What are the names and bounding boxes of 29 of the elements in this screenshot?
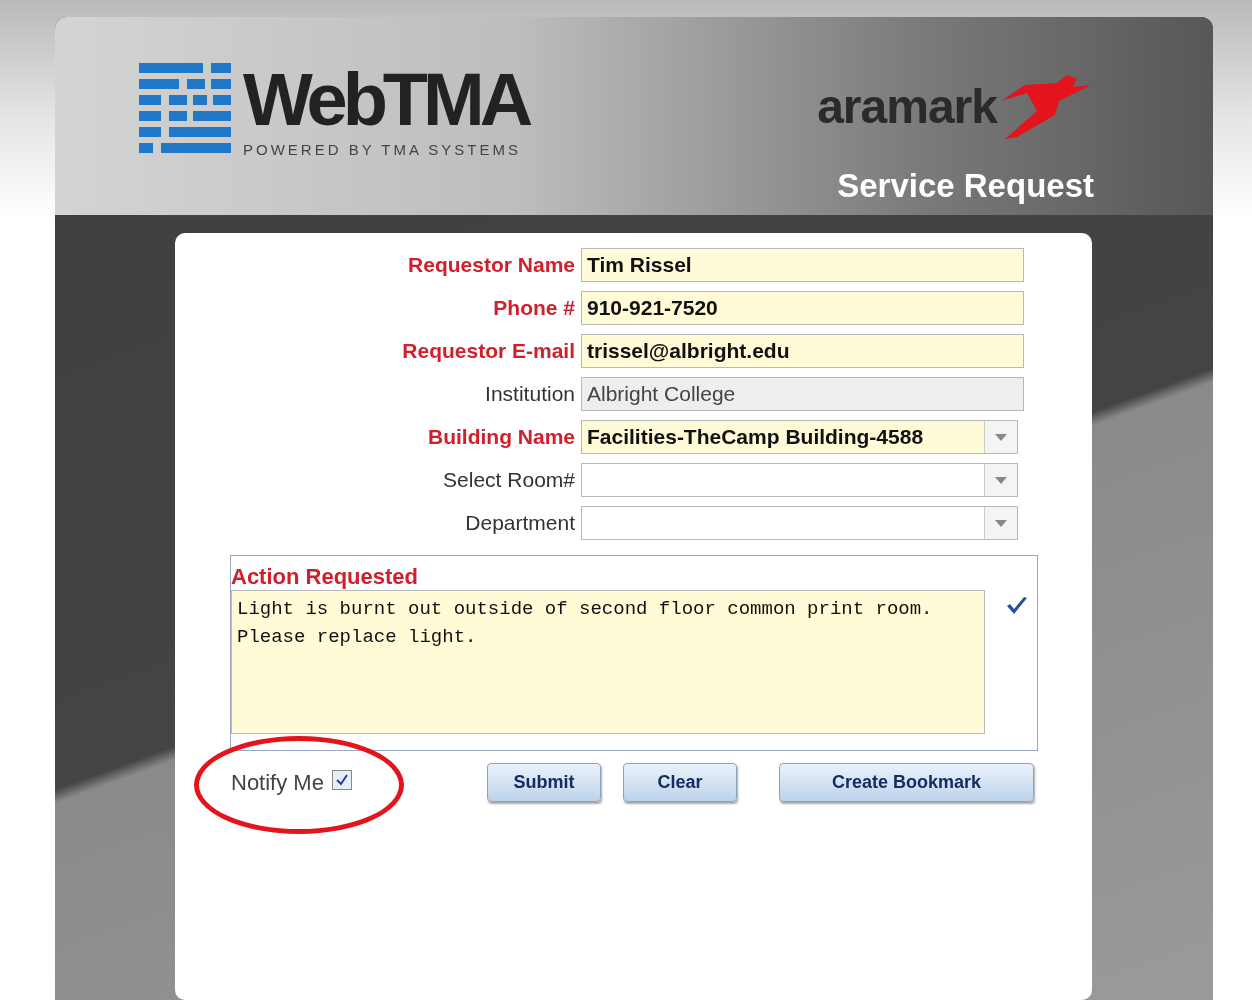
dropdown-field[interactable] (581, 506, 1018, 540)
dropdown-field[interactable]: Facilities-TheCamp Building-4588 (581, 420, 1018, 454)
field-label: Requestor E-mail (401, 339, 576, 363)
input-field[interactable]: Tim Rissel (581, 248, 1024, 282)
grid-logo-icon (139, 63, 231, 155)
input-field[interactable]: trissel@albright.edu (581, 334, 1024, 368)
form-button[interactable]: Clear (623, 763, 737, 802)
text-area[interactable]: Light is burnt out outside of second floor common print room. Please replace light. (231, 590, 985, 734)
input-field: Albright College (581, 377, 1024, 411)
dropdown-arrow-icon (995, 433, 1007, 441)
form-button[interactable]: Create Bookmark (779, 763, 1034, 802)
logo-tagline: POWERED BY TMA SYSTEMS (243, 141, 522, 158)
partner-logo: aramark (817, 78, 997, 134)
dropdown-arrow-icon (995, 476, 1007, 484)
section-label: Action Requested (231, 564, 420, 590)
checkbox-label: Notify Me (231, 769, 324, 796)
page-title: Service Request (837, 167, 1094, 205)
product-logo: WebTMA (243, 63, 529, 137)
form-button[interactable]: Submit (487, 763, 601, 802)
dropdown-arrow-icon (995, 519, 1007, 527)
field-label: Select Room# (442, 468, 576, 492)
field-label: Phone # (492, 296, 576, 320)
field-label: Institution (484, 382, 576, 406)
field-label: Department (464, 511, 576, 535)
checkbox[interactable] (331, 769, 352, 790)
dropdown-field[interactable] (581, 463, 1018, 497)
field-label: Requestor Name (407, 253, 576, 277)
field-label: Building Name (427, 425, 576, 449)
input-field[interactable]: 910-921-7520 (581, 291, 1024, 325)
